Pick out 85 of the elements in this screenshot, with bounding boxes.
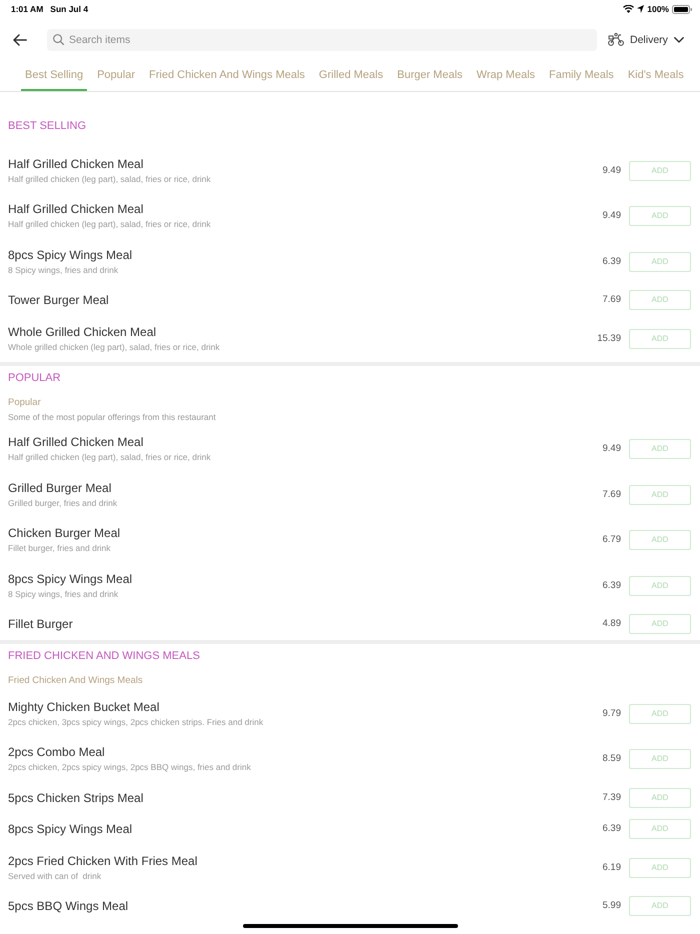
item-price: 7.39 [602, 792, 621, 804]
battery-icon [672, 4, 692, 14]
add-button[interactable]: ADD [629, 439, 691, 460]
add-button[interactable]: ADD [629, 788, 691, 808]
add-button[interactable]: ADD [629, 576, 691, 596]
category-tab[interactable]: Burger Meals [393, 61, 467, 91]
item-price: 6.79 [602, 534, 621, 546]
item-price: 7.69 [602, 294, 621, 306]
item-description: 8 Spicy wings, fries and drink [8, 264, 118, 276]
section-heading: POPULAR [8, 370, 61, 386]
item-name: 8pcs Spicy Wings Meal [8, 821, 132, 837]
search-icon [53, 34, 64, 45]
add-button[interactable]: ADD [629, 160, 691, 181]
item-description: 2pcs chicken, 3pcs spicy wings, 2pcs chicken strips. Fries and drink [8, 716, 264, 728]
item-name: Fillet Burger [8, 616, 73, 632]
category-tab[interactable]: Fried Chicken And Wings Meals [145, 61, 309, 91]
item-name: Chicken Burger Meal [8, 525, 120, 541]
item-name: 5pcs BBQ Wings Meal [8, 898, 128, 914]
back-arrow-icon[interactable] [13, 34, 27, 46]
wifi-icon [623, 5, 634, 13]
category-tab[interactable]: Best Selling [21, 61, 88, 91]
item-price: 5.99 [602, 900, 621, 912]
item-name: Half Grilled Chicken Meal [8, 201, 144, 217]
category-tab[interactable]: Popular [93, 61, 140, 91]
section-heading: BEST SELLING [8, 119, 86, 134]
item-description: Whole grilled chicken (leg part), salad, fries or rice, drink [8, 340, 220, 354]
add-button[interactable]: ADD [629, 896, 691, 916]
item-description: Half grilled chicken (leg part), salad, fries or rice, drink [8, 172, 211, 186]
item-price: 6.39 [602, 256, 621, 268]
add-button[interactable]: ADD [629, 290, 691, 310]
item-price: 9.49 [602, 164, 621, 177]
item-price: 9.49 [602, 443, 621, 456]
item-name: 8pcs Spicy Wings Meal [8, 570, 132, 586]
add-button[interactable]: ADD [629, 614, 691, 634]
add-button[interactable]: ADD [629, 484, 691, 505]
category-description: Some of the most popular offerings from this restaurant [8, 410, 216, 424]
item-name: 2pcs Combo Meal [8, 744, 105, 760]
status-date: Sun Jul 4 [50, 4, 88, 14]
item-description: Served with can of drink [8, 870, 102, 882]
category-tab[interactable]: Kid's Meals [624, 61, 688, 91]
category-tab[interactable]: Wrap Meals [472, 61, 540, 91]
battery-percentage: 100% [647, 4, 669, 14]
item-description: Grilled burger, fries and drink [8, 496, 118, 510]
item-price: 6.39 [602, 580, 621, 592]
item-name: Tower Burger Meal [8, 292, 109, 308]
add-button[interactable]: ADD [629, 704, 691, 724]
location-arrow-icon [637, 5, 644, 13]
item-price: 9.49 [602, 210, 621, 222]
add-button[interactable]: ADD [629, 530, 691, 550]
item-description: 8 Spicy wings, fries and drink [8, 588, 118, 600]
item-name: Half Grilled Chicken Meal [8, 156, 144, 172]
item-price: 8.59 [602, 753, 621, 766]
item-price: 6.19 [602, 862, 621, 874]
add-button[interactable]: ADD [629, 819, 691, 840]
item-name: 5pcs Chicken Strips Meal [8, 790, 144, 806]
item-price: 4.89 [602, 618, 621, 630]
add-button[interactable]: ADD [629, 206, 691, 226]
add-button[interactable]: ADD [629, 749, 691, 770]
item-price: 6.39 [602, 823, 621, 836]
scooter-icon [608, 33, 624, 46]
item-description: 2pcs chicken, 2pcs spicy wings, 2pcs BBQ wings, fries and drink [8, 761, 251, 774]
category-tab[interactable]: Grilled Meals [314, 61, 388, 91]
section-heading: FRIED CHICKEN AND WINGS MEALS [8, 649, 200, 664]
item-price: 7.69 [602, 488, 621, 501]
item-description: Half grilled chicken (leg part), salad, fries or rice, drink [8, 218, 211, 231]
item-name: Half Grilled Chicken Meal [8, 434, 144, 450]
status-time: 1:01 AM [11, 4, 44, 14]
item-name: Mighty Chicken Bucket Meal [8, 698, 160, 714]
item-description: Fillet burger, fries and drink [8, 542, 111, 555]
chevron-down-icon [674, 36, 684, 42]
item-name: Grilled Burger Meal [8, 480, 112, 496]
add-button[interactable]: ADD [629, 858, 691, 878]
item-price: 9.79 [602, 708, 621, 720]
item-price: 15.39 [597, 332, 621, 345]
category-title: Popular [8, 396, 41, 410]
delivery-dropdown[interactable]: Delivery [608, 32, 684, 46]
category-tab[interactable]: Family Meals [545, 61, 618, 91]
add-button[interactable]: ADD [629, 252, 691, 272]
item-name: 8pcs Spicy Wings Meal [8, 246, 132, 262]
category-title: Fried Chicken And Wings Meals [8, 674, 143, 688]
item-name: Whole Grilled Chicken Meal [8, 324, 156, 340]
item-description: Half grilled chicken (leg part), salad, fries or rice, drink [8, 451, 211, 464]
search-field[interactable]: Search items [47, 28, 597, 50]
item-name: 2pcs Fried Chicken With Fries Meal [8, 852, 198, 868]
add-button[interactable]: ADD [629, 328, 691, 349]
